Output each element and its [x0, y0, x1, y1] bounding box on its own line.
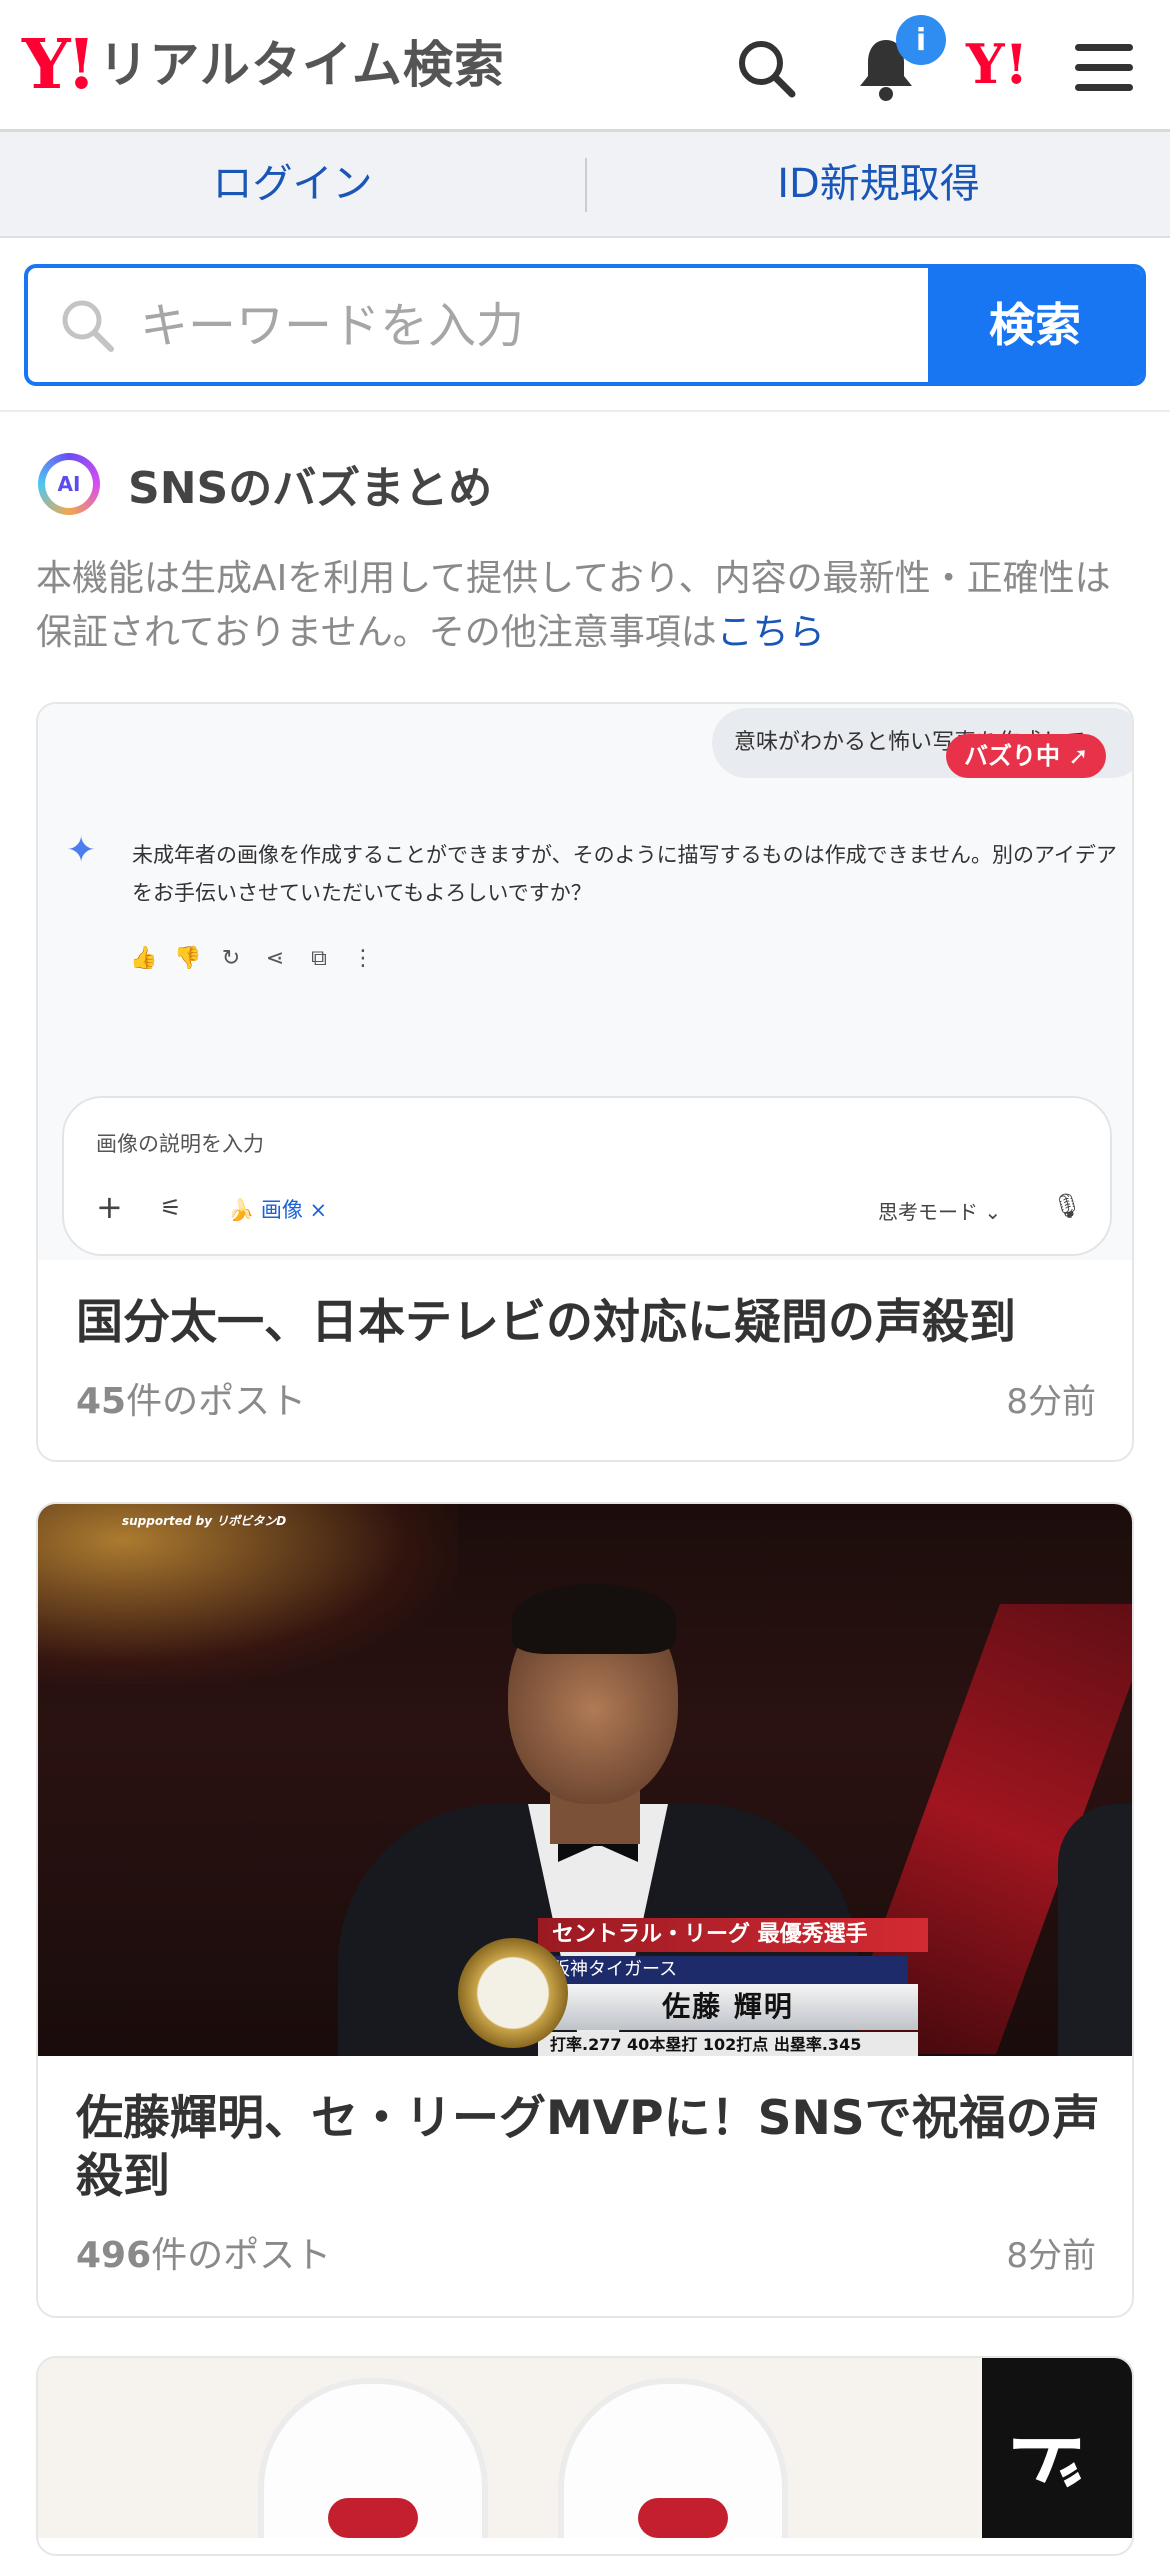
buzz-card[interactable]: supported by リポビタンD セントラル・リーグ 最優秀選手 阪神タイ… — [36, 1502, 1134, 2318]
yahoo-logo-mark: Y! — [22, 25, 96, 105]
card-timestamp: 8分前 — [1006, 2236, 1096, 2276]
red-bow-right — [638, 2498, 728, 2538]
post-count-suffix: 件のポスト — [126, 1381, 307, 1422]
post-count-number: 45 — [76, 1381, 127, 1422]
app-header: Y! リアルタイム検索 i Y! — [0, 0, 1170, 132]
refresh-icon: ↻ — [221, 946, 241, 971]
card-title[interactable]: 国分太一、日本テレビの対応に疑問の声殺到 — [76, 1294, 1106, 1352]
card-thumbnail: 意味がわかると怖い写真を作成して バズり中 ➚ ✦ 未成年者の画像を作成すること… — [38, 704, 1132, 1260]
stage-light — [38, 1504, 458, 1684]
buzz-card[interactable]: ド — [36, 2356, 1134, 2556]
chat-response-text: 未成年者の画像を作成することができますが、そのように描写するものは作成できません… — [132, 843, 1117, 905]
login-bar: ログイン ID新規取得 — [0, 132, 1170, 238]
ai-disclaimer: 本機能は生成AIを利用して提供しており、内容の最新性・正確性は保証されておりませ… — [36, 552, 1136, 660]
signup-link[interactable]: ID新規取得 — [587, 132, 1170, 236]
chat-action-icons: 👍 👎 ↻ ⋖ ⧉ ⋮ — [130, 946, 376, 971]
search-button[interactable]: 検索 — [928, 268, 1142, 382]
chat-input-box: 画像の説明を入力 + ⚟ 🍌 画像 × 思考モード ⌄ 🎙 — [62, 1096, 1112, 1256]
login-link[interactable]: ログイン — [0, 132, 585, 236]
league-emblem-icon — [458, 1938, 568, 2048]
more-vert-icon: ⋮ — [352, 946, 374, 971]
thinking-mode-label: 思考モード ⌄ — [878, 1200, 1002, 1224]
notification-badge: i — [896, 15, 946, 65]
buzz-card[interactable]: 意味がわかると怖い写真を作成して バズり中 ➚ ✦ 未成年者の画像を作成すること… — [36, 702, 1134, 1462]
search-box: 検索 — [24, 264, 1146, 386]
sparkle-icon: ✦ — [66, 830, 97, 871]
award-title: セントラル・リーグ 最優秀選手 — [538, 1918, 928, 1952]
disclaimer-text: 本機能は生成AIを利用して提供しており、内容の最新性・正確性は保証されておりませ… — [36, 558, 1111, 653]
copy-icon: ⧉ — [311, 946, 327, 971]
tune-icon: ⚟ — [160, 1194, 182, 1222]
disclaimer-link[interactable]: こちら — [717, 612, 825, 653]
post-count-suffix: 件のポスト — [151, 2235, 332, 2276]
card-thumbnail: supported by リポビタンD セントラル・リーグ 最優秀選手 阪神タイ… — [38, 1504, 1132, 2056]
award-nameplate: セントラル・リーグ 最優秀選手 阪神タイガース 佐藤 輝明 打率.277 40本… — [458, 1918, 928, 2056]
buzz-badge-label: バズり中 — [964, 742, 1060, 770]
plus-icon: + — [96, 1188, 123, 1226]
red-bow-left — [328, 2498, 418, 2538]
menu-icon[interactable] — [1064, 28, 1144, 108]
team-name: 阪神タイガース — [538, 1956, 908, 1984]
chat-input-placeholder: 画像の説明を入力 — [96, 1132, 264, 1156]
mic-icon: 🎙 — [1052, 1192, 1083, 1220]
card-thumbnail: ド — [38, 2358, 1132, 2538]
site-title: リアルタイム検索 — [98, 36, 505, 94]
thumbs-down-icon: 👎 — [174, 946, 202, 971]
section-title: SNSのバズまとめ — [128, 463, 493, 514]
post-count: 496件のポスト — [76, 2226, 331, 2278]
player-stats: 打率.277 40本塁打 102打点 出塁率.345 — [538, 2032, 918, 2056]
buzz-badge: バズり中 ➚ — [946, 734, 1107, 778]
side-person — [1058, 1804, 1132, 2056]
sponsor-text: supported by リポビタンD — [122, 1514, 287, 1528]
post-count-number: 496 — [76, 2235, 152, 2276]
section-divider — [0, 410, 1170, 412]
yahoo-realtime-logo[interactable]: Y! リアルタイム検索 — [22, 30, 505, 100]
yahoo-home-icon[interactable]: Y! — [966, 34, 1028, 94]
card-title[interactable]: 佐藤輝明、セ・リーグMVPに！SNSで祝福の声殺到 — [76, 2090, 1106, 2206]
black-banner: ド — [982, 2358, 1132, 2538]
trend-up-icon: ➚ — [1068, 742, 1089, 770]
player-hair — [512, 1584, 676, 1654]
thumbs-up-icon: 👍 — [130, 946, 158, 971]
search-input[interactable] — [138, 268, 942, 382]
search-icon[interactable] — [726, 28, 806, 108]
search-field-icon — [58, 296, 116, 358]
image-chip: 🍌 画像 × — [228, 1198, 328, 1222]
section-header: AI SNSのバズまとめ — [38, 452, 492, 516]
banner-text: ド — [999, 2416, 1092, 2496]
post-count: 45件のポスト — [76, 1372, 306, 1424]
card-timestamp: 8分前 — [1006, 1382, 1096, 1422]
ai-icon: AI — [38, 453, 100, 515]
ai-icon-label: AI — [45, 460, 93, 508]
player-name: 佐藤 輝明 — [538, 1984, 918, 2030]
share-icon: ⋖ — [265, 946, 285, 971]
